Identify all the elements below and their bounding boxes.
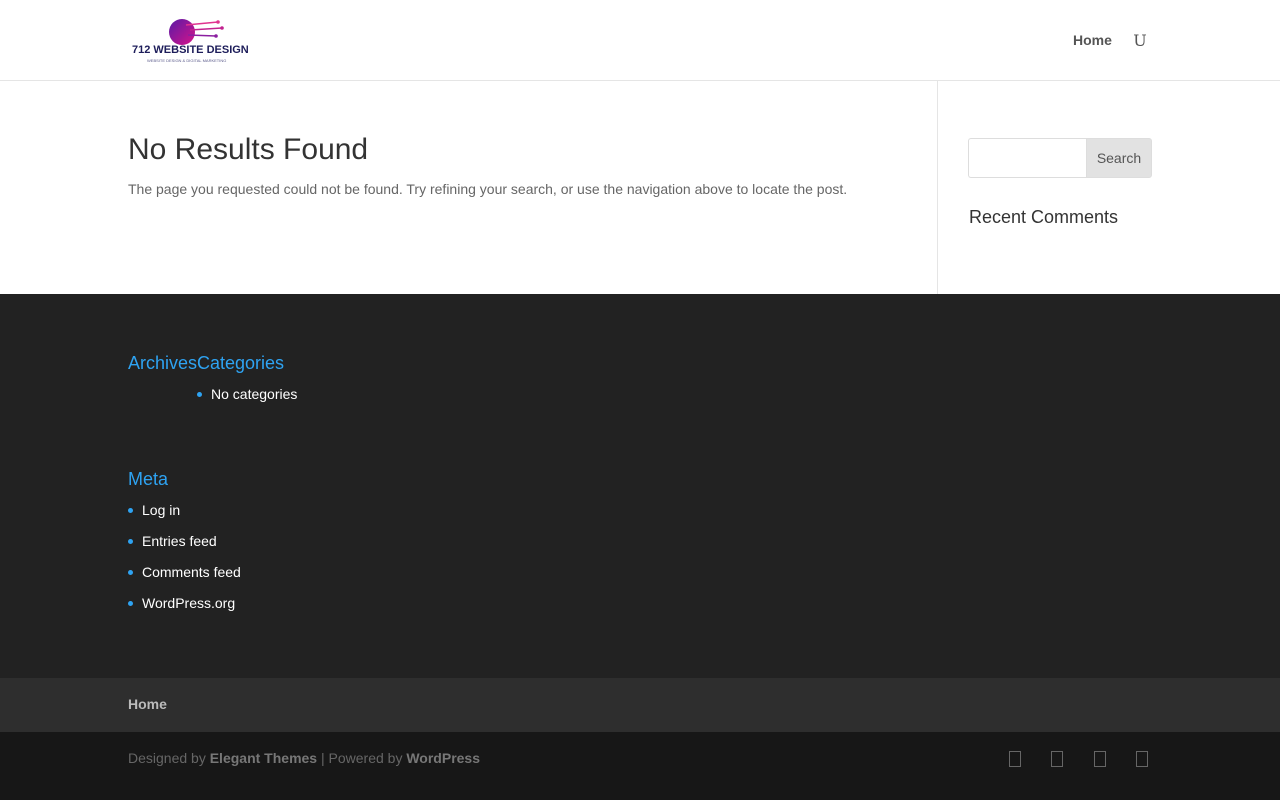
sidebar-search-button[interactable]: Search bbox=[1086, 138, 1152, 178]
list-item: No categories bbox=[197, 384, 297, 404]
facebook-icon[interactable] bbox=[1009, 751, 1021, 767]
categories-list: No categories bbox=[197, 384, 297, 415]
site-header: 712 WEBSITE DESIGN WEBSITE DESIGN & DIGI… bbox=[0, 0, 1280, 81]
nav-home-link[interactable]: Home bbox=[1073, 32, 1112, 48]
twitter-icon[interactable] bbox=[1051, 751, 1063, 767]
archives-heading: Archives bbox=[128, 353, 198, 373]
footer-nav-home-link[interactable]: Home bbox=[128, 696, 167, 712]
footer-nav: Home bbox=[0, 678, 1280, 732]
bullet-icon bbox=[197, 392, 202, 397]
list-item: Entries feed bbox=[128, 531, 241, 551]
category-empty-label: No categories bbox=[211, 386, 298, 402]
footer-credits: Designed by Elegant Themes | Powered by … bbox=[128, 750, 480, 766]
rss-icon[interactable] bbox=[1136, 751, 1148, 767]
categories-heading: Categories bbox=[197, 353, 285, 373]
designed-by-text: Designed by bbox=[128, 750, 206, 766]
sidebar-divider bbox=[937, 81, 938, 294]
bullet-icon bbox=[128, 601, 133, 606]
main-content: No Results Found The page you requested … bbox=[0, 81, 1280, 294]
footer-bottom-bar: Designed by Elegant Themes | Powered by … bbox=[0, 732, 1280, 800]
sidebar-search-input[interactable] bbox=[968, 138, 1088, 178]
login-link[interactable]: Log in bbox=[142, 502, 180, 518]
elegant-themes-link[interactable]: Elegant Themes bbox=[210, 750, 317, 766]
logo-text: 712 WEBSITE DESIGN bbox=[132, 44, 249, 56]
entries-feed-link[interactable]: Entries feed bbox=[142, 533, 217, 549]
bullet-icon bbox=[128, 570, 133, 575]
powered-by-text: | Powered by bbox=[320, 750, 403, 766]
page-title: No Results Found bbox=[128, 133, 369, 166]
wordpress-link[interactable]: WordPress bbox=[406, 750, 480, 766]
bullet-icon bbox=[128, 508, 133, 513]
footer-widgets: Archives Categories No categories Meta L… bbox=[0, 294, 1280, 678]
list-item: WordPress.org bbox=[128, 593, 241, 613]
recent-comments-heading: Recent Comments bbox=[969, 207, 1119, 227]
google-plus-icon[interactable] bbox=[1094, 751, 1106, 767]
logo-tagline: WEBSITE DESIGN & DIGITAL MARKETING bbox=[147, 58, 226, 63]
site-logo[interactable]: 712 WEBSITE DESIGN WEBSITE DESIGN & DIGI… bbox=[130, 14, 254, 66]
wordpress-org-link[interactable]: WordPress.org bbox=[142, 595, 235, 611]
search-toggle-icon[interactable]: U bbox=[1131, 30, 1149, 52]
bullet-icon bbox=[128, 539, 133, 544]
meta-list: Log in Entries feed Comments feed WordPr… bbox=[128, 500, 241, 624]
page-description: The page you requested could not be foun… bbox=[128, 181, 848, 197]
comments-feed-link[interactable]: Comments feed bbox=[142, 564, 241, 580]
list-item: Comments feed bbox=[128, 562, 241, 582]
list-item: Log in bbox=[128, 500, 241, 520]
meta-heading: Meta bbox=[128, 469, 169, 489]
